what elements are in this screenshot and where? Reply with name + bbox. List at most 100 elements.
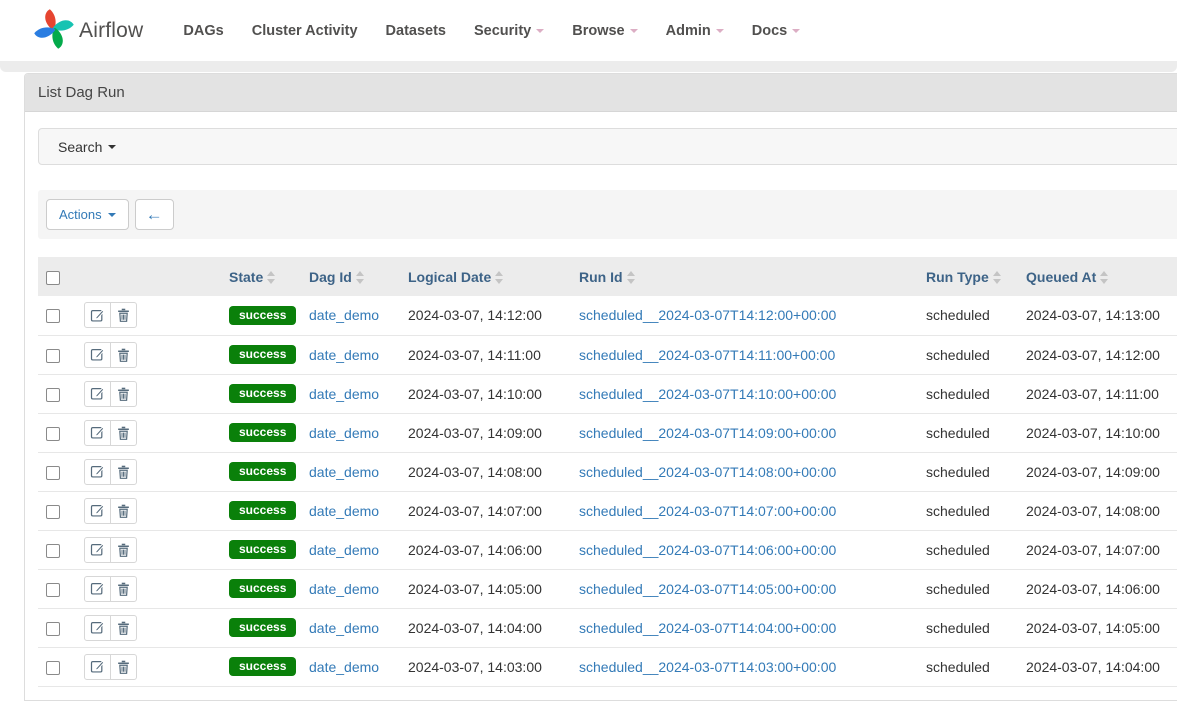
select-all-checkbox[interactable] bbox=[46, 271, 60, 285]
dag-id-link[interactable]: date_demo bbox=[309, 347, 379, 363]
chevron-down-icon bbox=[630, 29, 638, 33]
queued-at-cell: 2024-03-07, 14:13:00 bbox=[1018, 296, 1177, 335]
column-header-logical-date[interactable]: Logical Date bbox=[400, 257, 571, 296]
run-type-cell: scheduled bbox=[918, 530, 1018, 569]
list-dagrun-panel: List Dag Run Search Actions ← bbox=[24, 73, 1177, 701]
panel-body: Search Actions ← State bbox=[25, 112, 1177, 700]
actions-dropdown-button[interactable]: Actions bbox=[46, 199, 129, 230]
edit-icon bbox=[90, 308, 105, 323]
trash-icon bbox=[117, 621, 130, 635]
queued-at-cell: 2024-03-07, 14:08:00 bbox=[1018, 491, 1177, 530]
table-row: success date_demo 2024-03-07, 14:08:00 s… bbox=[38, 452, 1177, 491]
delete-record-button[interactable] bbox=[110, 537, 137, 563]
dag-id-link[interactable]: date_demo bbox=[309, 464, 379, 480]
row-checkbox[interactable] bbox=[46, 583, 60, 597]
dag-id-link[interactable]: date_demo bbox=[309, 659, 379, 675]
nav-item-admin[interactable]: Admin bbox=[652, 0, 738, 61]
row-checkbox[interactable] bbox=[46, 544, 60, 558]
run-id-link[interactable]: scheduled__2024-03-07T14:05:00+00:00 bbox=[579, 581, 836, 597]
column-header-run-type[interactable]: Run Type bbox=[918, 257, 1018, 296]
delete-record-button[interactable] bbox=[110, 615, 137, 641]
actions-column-header bbox=[76, 257, 221, 296]
logical-date-cell: 2024-03-07, 14:03:00 bbox=[400, 647, 571, 686]
delete-record-button[interactable] bbox=[110, 342, 137, 368]
column-header-state[interactable]: State bbox=[221, 257, 301, 296]
delete-record-button[interactable] bbox=[110, 498, 137, 524]
edit-record-button[interactable] bbox=[84, 302, 111, 328]
run-id-link[interactable]: scheduled__2024-03-07T14:10:00+00:00 bbox=[579, 386, 836, 402]
delete-record-button[interactable] bbox=[110, 420, 137, 446]
dag-id-link[interactable]: date_demo bbox=[309, 542, 379, 558]
row-checkbox[interactable] bbox=[46, 622, 60, 636]
edit-record-button[interactable] bbox=[84, 498, 111, 524]
run-type-cell: scheduled bbox=[918, 569, 1018, 608]
delete-record-button[interactable] bbox=[110, 654, 137, 680]
dag-id-link[interactable]: date_demo bbox=[309, 425, 379, 441]
edit-icon bbox=[90, 581, 105, 596]
dag-id-link[interactable]: date_demo bbox=[309, 503, 379, 519]
table-row: success date_demo 2024-03-07, 14:03:00 s… bbox=[38, 647, 1177, 686]
table-row: success date_demo 2024-03-07, 14:04:00 s… bbox=[38, 608, 1177, 647]
delete-record-button[interactable] bbox=[110, 381, 137, 407]
row-checkbox[interactable] bbox=[46, 309, 60, 323]
delete-record-button[interactable] bbox=[110, 302, 137, 328]
nav-item-datasets[interactable]: Datasets bbox=[372, 0, 460, 61]
run-id-link[interactable]: scheduled__2024-03-07T14:12:00+00:00 bbox=[579, 307, 836, 323]
queued-at-cell: 2024-03-07, 14:04:00 bbox=[1018, 647, 1177, 686]
edit-record-button[interactable] bbox=[84, 576, 111, 602]
status-badge: success bbox=[229, 462, 296, 481]
nav-item-docs[interactable]: Docs bbox=[738, 0, 814, 61]
run-type-cell: scheduled bbox=[918, 647, 1018, 686]
edit-icon bbox=[90, 542, 105, 557]
airflow-brand[interactable]: Airflow bbox=[33, 7, 143, 54]
search-filter-toggle[interactable]: Search bbox=[38, 128, 1177, 165]
edit-record-button[interactable] bbox=[84, 342, 111, 368]
run-id-link[interactable]: scheduled__2024-03-07T14:11:00+00:00 bbox=[579, 347, 835, 363]
run-id-link[interactable]: scheduled__2024-03-07T14:07:00+00:00 bbox=[579, 503, 836, 519]
column-header-queued-at[interactable]: Queued At bbox=[1018, 257, 1177, 296]
edit-icon bbox=[90, 659, 105, 674]
run-id-link[interactable]: scheduled__2024-03-07T14:09:00+00:00 bbox=[579, 425, 836, 441]
trash-icon bbox=[117, 543, 130, 557]
edit-record-button[interactable] bbox=[84, 459, 111, 485]
airflow-pinwheel-logo bbox=[33, 7, 75, 54]
nav-item-browse[interactable]: Browse bbox=[558, 0, 651, 61]
run-id-link[interactable]: scheduled__2024-03-07T14:04:00+00:00 bbox=[579, 620, 836, 636]
row-checkbox[interactable] bbox=[46, 427, 60, 441]
status-badge: success bbox=[229, 501, 296, 520]
run-type-cell: scheduled bbox=[918, 608, 1018, 647]
logical-date-cell: 2024-03-07, 14:11:00 bbox=[400, 335, 571, 374]
row-checkbox[interactable] bbox=[46, 349, 60, 363]
edit-record-button[interactable] bbox=[84, 654, 111, 680]
edit-record-button[interactable] bbox=[84, 615, 111, 641]
table-row: success date_demo 2024-03-07, 14:10:00 s… bbox=[38, 374, 1177, 413]
dag-id-link[interactable]: date_demo bbox=[309, 386, 379, 402]
edit-record-button[interactable] bbox=[84, 537, 111, 563]
delete-record-button[interactable] bbox=[110, 459, 137, 485]
trash-icon bbox=[117, 660, 130, 674]
chevron-down-icon bbox=[536, 29, 544, 33]
row-checkbox[interactable] bbox=[46, 505, 60, 519]
dag-id-link[interactable]: date_demo bbox=[309, 307, 379, 323]
run-id-link[interactable]: scheduled__2024-03-07T14:08:00+00:00 bbox=[579, 464, 836, 480]
column-header-dag-id[interactable]: Dag Id bbox=[301, 257, 400, 296]
back-button[interactable]: ← bbox=[135, 199, 174, 230]
run-id-link[interactable]: scheduled__2024-03-07T14:06:00+00:00 bbox=[579, 542, 836, 558]
dag-id-link[interactable]: date_demo bbox=[309, 581, 379, 597]
run-id-link[interactable]: scheduled__2024-03-07T14:03:00+00:00 bbox=[579, 659, 836, 675]
row-checkbox[interactable] bbox=[46, 661, 60, 675]
sort-icon bbox=[356, 271, 364, 284]
row-checkbox[interactable] bbox=[46, 388, 60, 402]
run-type-cell: scheduled bbox=[918, 491, 1018, 530]
chevron-down-icon bbox=[792, 29, 800, 33]
nav-item-dags[interactable]: DAGs bbox=[169, 0, 237, 61]
nav-item-cluster-activity[interactable]: Cluster Activity bbox=[238, 0, 372, 61]
row-checkbox[interactable] bbox=[46, 466, 60, 480]
logical-date-cell: 2024-03-07, 14:09:00 bbox=[400, 413, 571, 452]
edit-record-button[interactable] bbox=[84, 420, 111, 446]
dag-id-link[interactable]: date_demo bbox=[309, 620, 379, 636]
edit-record-button[interactable] bbox=[84, 381, 111, 407]
nav-item-security[interactable]: Security bbox=[460, 0, 558, 61]
column-header-run-id[interactable]: Run Id bbox=[571, 257, 918, 296]
delete-record-button[interactable] bbox=[110, 576, 137, 602]
